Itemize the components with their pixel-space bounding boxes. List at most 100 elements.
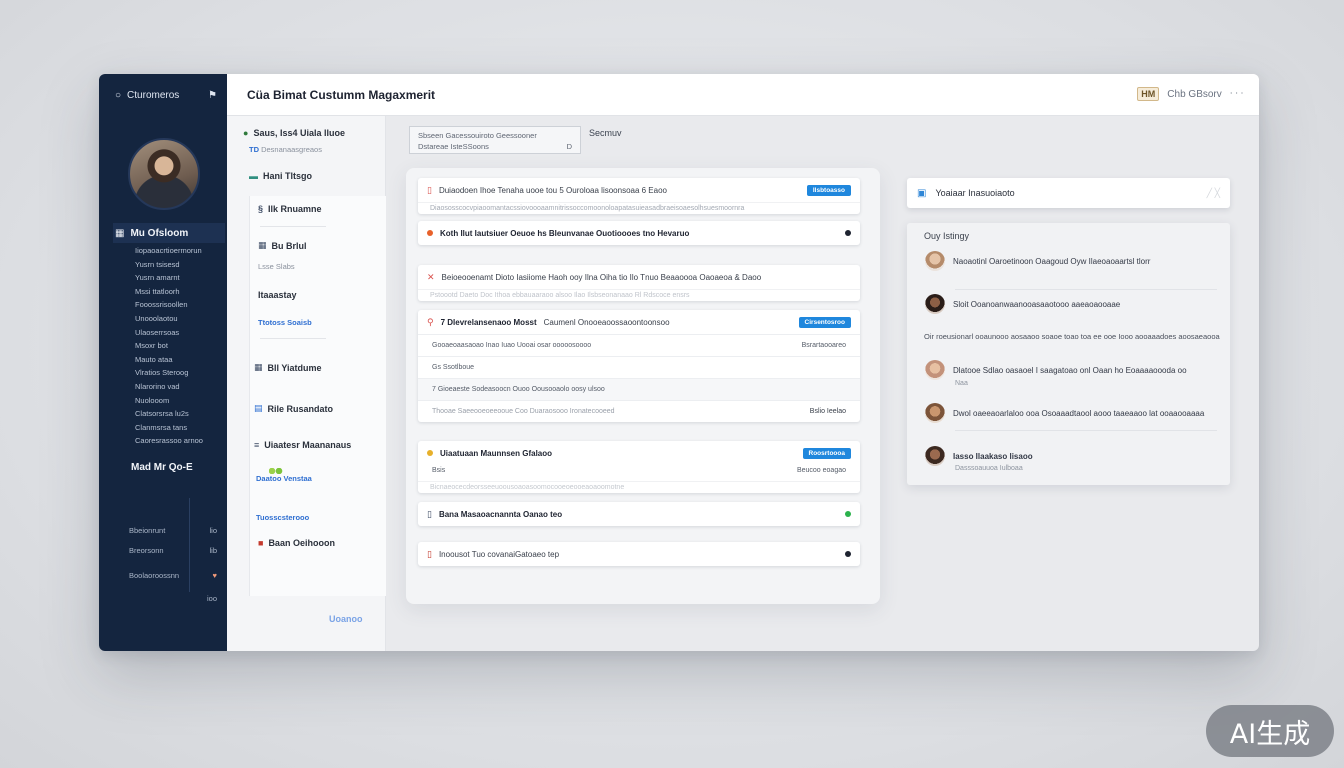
dropdown-icon[interactable]: D	[567, 141, 572, 152]
nav-subpanel: § Ilk Rnuamne ▦ Bu Brlul Lsse Slabs Itaa…	[249, 196, 386, 596]
avatar	[925, 251, 945, 271]
sidebar-row[interactable]: Breorsonn lib	[129, 546, 225, 555]
nav-item-link[interactable]: Ttotoss Soaisb	[258, 318, 312, 327]
status-badge[interactable]: Ilsbtoasso	[806, 184, 851, 196]
leaf-icon: ●	[243, 128, 249, 138]
sidebar-item[interactable]: Mauto ataa	[135, 353, 223, 367]
tag-icon: §	[258, 204, 264, 214]
sidebar-row[interactable]: ioo	[129, 594, 225, 603]
user-badge[interactable]: HM	[1137, 87, 1160, 101]
sidebar-item[interactable]: Vlratios Steroog	[135, 366, 223, 380]
sidebar-item[interactable]: Yusrn amarnt	[135, 271, 223, 285]
heart-icon[interactable]: ♥	[213, 571, 217, 580]
avatar	[925, 446, 945, 466]
activity-item[interactable]: Dwol oaeeaoarlaloo ooa Osoaaadtaool aooo…	[925, 403, 1217, 423]
list-item[interactable]: ▯ Duiaodoen Ihoe Tenaha uooe tou 5 Ourol…	[418, 178, 860, 214]
card-header: ▯ Duiaodoen Ihoe Tenaha uooe tou 5 Ourol…	[418, 178, 860, 202]
status-badge[interactable]: Roosrtoooa	[802, 447, 851, 459]
table-row[interactable]: Gooaeoaasaoao Inao Iuao Uooai osar ooooo…	[418, 334, 860, 356]
sidebar-section-header[interactable]: ▦ Mu Ofsloom	[113, 223, 225, 243]
status-badge[interactable]: Cirsentosroo	[798, 316, 851, 328]
close-icon[interactable]: ╱ ╳	[1207, 188, 1220, 199]
more-icon[interactable]: ᐧ ᐧ ᐧ	[1230, 89, 1243, 100]
table-row[interactable]: Bsis Beucoo eoagao	[418, 465, 860, 481]
sidebar-row[interactable]: Boolaoroossnn ♥	[129, 571, 225, 580]
nav-header-sub-label: Desnanaasgreaos	[261, 145, 322, 154]
nav-item[interactable]: ≡ Uiaatesr Maananaus	[254, 440, 351, 450]
row-label: Boolaoroossnn	[129, 571, 180, 580]
activity-panel: Ouy Istingy Naoaotinl Oaroetinoon Oaagou…	[907, 223, 1230, 485]
nav-item-sub: Lsse Slabs	[258, 262, 295, 271]
sidebar-item[interactable]: Nuolooom	[135, 394, 223, 408]
search-input[interactable]: Sbseen Gacessouiroto Geessooner Dstareae…	[409, 126, 581, 154]
list-item[interactable]: ▯ Inoousot Tuo covanaiGatoaeo tep	[418, 542, 860, 566]
sidebar-item[interactable]: Clatsorsrsa lu2s	[135, 407, 223, 421]
card-title: Bana Masaoacnannta Oanao teo	[438, 509, 563, 519]
sidebar-item[interactable]: Unooolaotou	[135, 312, 223, 326]
nav-item-label: Ilk Rnuamne	[268, 204, 322, 214]
nav-item[interactable]: Itaaastay	[258, 290, 297, 300]
activity-item[interactable]: Naoaotinl Oaroetinoon Oaagoud Oyw Ilaeoa…	[925, 251, 1217, 271]
list-item[interactable]: ⚲ 7 Dlevrelansenaoo Mosst Caumenl Onooea…	[418, 310, 860, 422]
list-item[interactable]: Koth Ilut Iautsiuer Oeuoe hs Bleunvanae …	[418, 221, 860, 245]
table-row[interactable]: Thooae Saeeooeoeeooue Coo Duaraosooo Iro…	[418, 400, 860, 422]
menu-dot-icon[interactable]	[845, 230, 851, 236]
sidebar-item[interactable]: Nlarorino vad	[135, 380, 223, 394]
status-dot-icon[interactable]	[845, 511, 851, 517]
search-button[interactable]: Secmuv	[589, 128, 622, 138]
card-header: ▯ Bana Masaoacnannta Oanao teo	[418, 502, 860, 526]
footer-tag[interactable]: Uoanoo	[329, 614, 363, 624]
nav-item[interactable]: ▤ Rile Rusandato	[254, 403, 333, 414]
row-value: Bsrartaooareo	[801, 342, 846, 349]
nav-item[interactable]: § Ilk Rnuamne	[258, 204, 322, 214]
document-icon: ▯	[427, 548, 432, 559]
sidebar-section-2[interactable]: Mad Mr Qo-E	[131, 462, 193, 473]
flag-icon[interactable]: ⚑	[208, 90, 217, 101]
table-row[interactable]: Gs Ssotlboue	[418, 356, 860, 378]
card-title: 7 Dlevrelansenaoo Mosst	[440, 317, 537, 327]
image-icon: ▣	[917, 187, 927, 199]
nav-item-home[interactable]: ▬ Hani Tltsgo	[249, 171, 312, 181]
cards-panel: ▯ Duiaodoen Ihoe Tenaha uooe tou 5 Ourol…	[406, 168, 880, 604]
card-title: Uiaatuaan Maunnsen Gfalaoo	[440, 448, 553, 458]
status-dot-icon	[427, 450, 433, 456]
nav-item[interactable]: ▦ Bll Yiatdume	[254, 362, 322, 373]
sidebar-item[interactable]: Caoresrassoo arnoo	[135, 434, 223, 448]
sidebar-section-label: Mu Ofsloom	[130, 227, 189, 239]
menu-dot-icon[interactable]	[845, 551, 851, 557]
activity-item[interactable]: Dlatooe Sdlao oasaoel I saagatoao onl Oa…	[925, 360, 1217, 380]
sidebar-item[interactable]: Ulaoserrsoas	[135, 326, 223, 340]
row-value: ioo	[206, 594, 217, 603]
activity-item[interactable]: Iasso Ilaakaso lisaoo	[925, 446, 1217, 466]
app-window: ○ Cturomeros ⚑ Cüa Bimat Custumm Magaxme…	[99, 74, 1259, 651]
nav-item-link[interactable]: Tuosscsterooo	[256, 513, 309, 522]
nav-item[interactable]: ▦ Bu Brlul	[258, 240, 307, 251]
card-title: Koth Ilut Iautsiuer Oeuoe hs Bleunvanae …	[440, 228, 690, 238]
user-label[interactable]: Chb GBsorv	[1167, 89, 1221, 100]
nav-item-label: Baan Oeihooon	[268, 538, 335, 548]
list-item[interactable]: ▯ Bana Masaoacnannta Oanao teo	[418, 502, 860, 526]
brand-block[interactable]: ○ Cturomeros ⚑	[99, 74, 227, 116]
activity-paragraph: Oir roeusionarl ooaunooo aosaaoo soaoe t…	[924, 332, 1220, 341]
sidebar-item[interactable]: Iiopaoacrtioermorun	[135, 244, 223, 258]
avatar[interactable]	[128, 138, 200, 210]
sidebar-item[interactable]: Msoxr bot	[135, 339, 223, 353]
sidebar-item[interactable]: Mssi ttatloorh	[135, 285, 223, 299]
nav-header[interactable]: ● Saus, Iss4 Uiala lluoe	[243, 128, 345, 138]
sidebar-row[interactable]: Bbeionrunt lio	[129, 526, 225, 535]
bookmark-icon: ■	[258, 538, 264, 548]
activity-text: Iasso Ilaakaso lisaoo	[953, 451, 1033, 461]
activity-item[interactable]: Sloit Ooanoanwaanooasaaotooo aaeaoaooaae	[925, 294, 1217, 314]
table-row[interactable]: 7 Gioeaeste Sodeasoocn Ouoo Oousooaolo o…	[418, 378, 860, 400]
sidebar-item[interactable]: Clanmsrsa tans	[135, 421, 223, 435]
avatar	[925, 294, 945, 314]
divider	[955, 289, 1217, 290]
nav-item-link[interactable]: Daatoo Venstaa	[256, 474, 312, 483]
sidebar-item[interactable]: Yusrn tsisesd	[135, 258, 223, 272]
sidebar-item[interactable]: Fooossrisoollen	[135, 298, 223, 312]
card-header: ✕ Beioeooenamt Dioto Iasiiome Haoh ooy I…	[418, 265, 860, 289]
right-panel-header[interactable]: ▣ Yoaiaar Inasuoiaoto ╱ ╳	[907, 178, 1230, 208]
list-item[interactable]: Uiaatuaan Maunnsen Gfalaoo Roosrtoooa Bs…	[418, 441, 860, 493]
nav-item[interactable]: ■ Baan Oeihooon	[258, 538, 335, 548]
list-item[interactable]: ✕ Beioeooenamt Dioto Iasiiome Haoh ooy I…	[418, 265, 860, 301]
